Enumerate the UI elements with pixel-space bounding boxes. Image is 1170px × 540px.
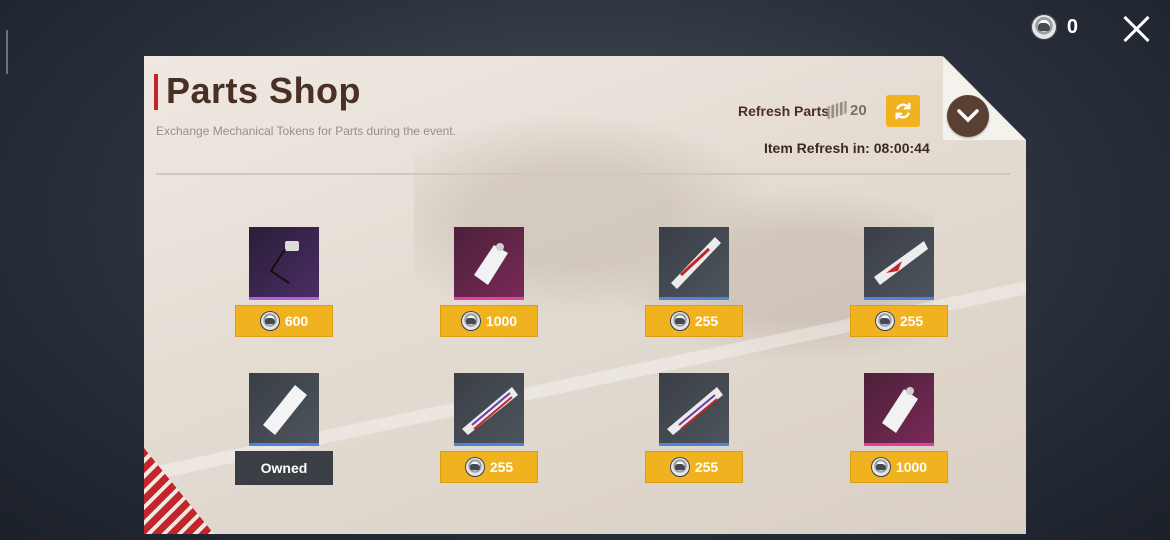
- grip-part-icon: [671, 237, 721, 289]
- shop-item-6[interactable]: 255: [440, 373, 540, 487]
- stock-part-icon: [474, 243, 508, 285]
- price-label: 255: [694, 459, 719, 475]
- refresh-icon: [895, 102, 911, 120]
- chevron-down-icon: [957, 109, 979, 123]
- buy-button[interactable]: 255: [850, 305, 948, 337]
- price-label: 600: [284, 313, 309, 329]
- item-thumbnail[interactable]: [249, 227, 319, 300]
- close-button[interactable]: [1120, 12, 1154, 46]
- barrel-part-icon: [874, 241, 928, 285]
- buy-button[interactable]: 255: [645, 305, 743, 337]
- collapse-button[interactable]: [947, 95, 989, 137]
- mechanical-token-icon: [870, 457, 891, 477]
- mechanical-token-icon: [669, 311, 690, 331]
- mechanical-token-icon: [669, 457, 690, 477]
- buy-button[interactable]: 255: [440, 451, 538, 483]
- mechanical-token-icon: [259, 311, 280, 331]
- mechanical-token-icon: [464, 457, 485, 477]
- price-label: 1000: [485, 313, 518, 329]
- item-thumbnail[interactable]: [249, 373, 319, 446]
- magazine-part-icon: [269, 241, 299, 284]
- currency-display: 0: [1030, 14, 1078, 40]
- buy-button[interactable]: 1000: [440, 305, 538, 337]
- refresh-count: 20: [850, 102, 867, 119]
- item-thumbnail[interactable]: [454, 227, 524, 300]
- shop-item-7[interactable]: 255: [645, 373, 745, 487]
- shop-item-4[interactable]: 255: [850, 227, 950, 341]
- price-label: 255: [899, 313, 924, 329]
- refresh-timer: Item Refresh in: 08:00:44: [764, 140, 930, 156]
- price-label: 255: [489, 459, 514, 475]
- page-title: Parts Shop: [166, 70, 362, 111]
- stock-part-icon: [882, 387, 918, 433]
- owned-status: Owned: [235, 451, 333, 485]
- mechanical-token-icon: [1030, 14, 1057, 40]
- header-divider: [156, 173, 1010, 175]
- shop-item-1[interactable]: 600: [235, 227, 335, 341]
- refresh-parts-label: Refresh Parts: [738, 103, 830, 119]
- price-label: 255: [694, 313, 719, 329]
- shop-item-3[interactable]: 255: [645, 227, 745, 341]
- currency-count: 0: [1066, 15, 1078, 38]
- background-streak: [6, 30, 8, 74]
- title-accent-bar: [154, 74, 158, 110]
- rail-part-icon: [462, 387, 518, 435]
- price-label: 1000: [895, 459, 928, 475]
- foregrip-part-icon: [263, 385, 307, 435]
- mechanical-token-icon: [460, 311, 481, 331]
- item-thumbnail[interactable]: [864, 373, 934, 446]
- item-thumbnail[interactable]: [454, 373, 524, 446]
- item-thumbnail[interactable]: [659, 227, 729, 300]
- refresh-button[interactable]: [886, 95, 920, 127]
- shop-item-5[interactable]: Owned: [235, 373, 335, 487]
- buy-button[interactable]: 1000: [850, 451, 948, 483]
- item-thumbnail[interactable]: [864, 227, 934, 300]
- buy-button[interactable]: 255: [645, 451, 743, 483]
- shop-item-8[interactable]: 1000: [850, 373, 950, 487]
- buy-button[interactable]: 600: [235, 305, 333, 337]
- page-subtitle: Exchange Mechanical Tokens for Parts dur…: [156, 124, 456, 138]
- mechanical-token-icon: [874, 311, 895, 331]
- item-thumbnail[interactable]: [659, 373, 729, 446]
- shop-item-2[interactable]: 1000: [440, 227, 540, 341]
- handguard-part-icon: [667, 387, 723, 435]
